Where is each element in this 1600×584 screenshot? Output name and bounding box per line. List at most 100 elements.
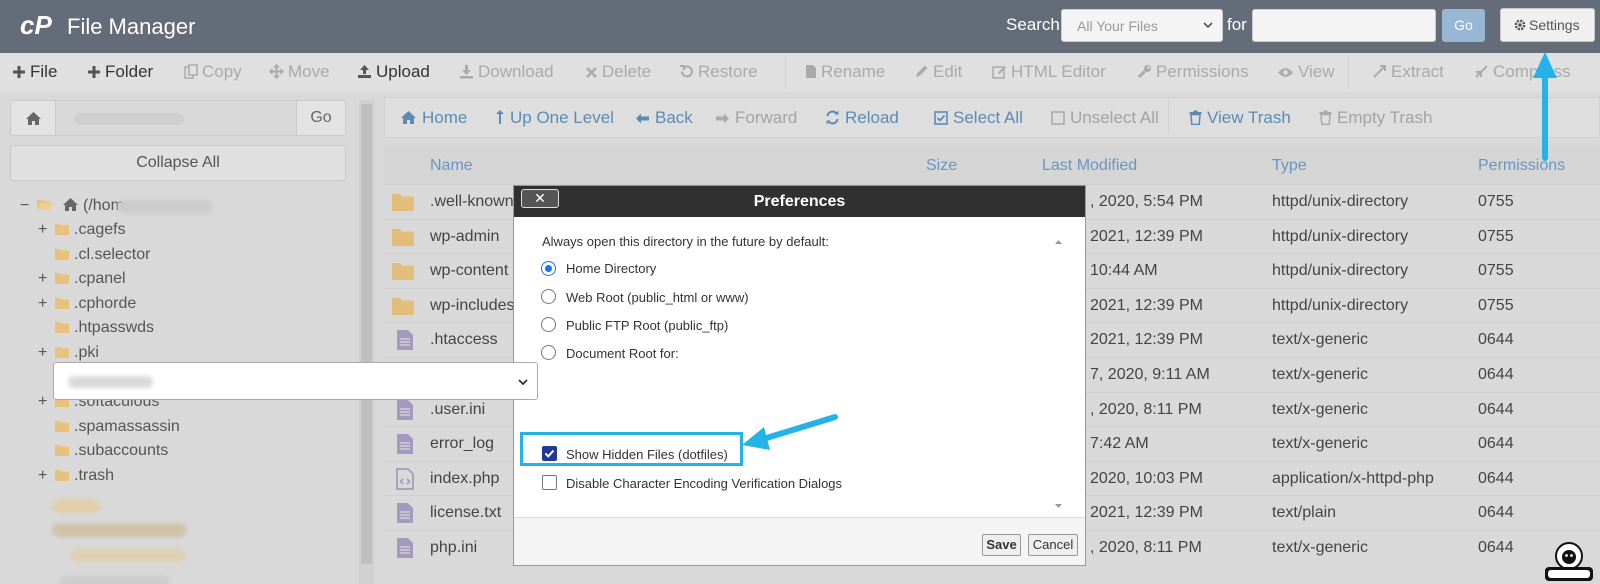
restore-button[interactable]: Restore xyxy=(679,62,758,82)
extract-label: Extract xyxy=(1391,62,1444,81)
permissions-button[interactable]: Permissions xyxy=(1137,62,1249,82)
search-go-button[interactable]: Go xyxy=(1442,9,1485,42)
view-button[interactable]: View xyxy=(1277,62,1335,82)
save-button[interactable]: Save xyxy=(982,534,1021,556)
annotation-arrow-icon xyxy=(1530,50,1560,162)
expand-toggle[interactable]: + xyxy=(38,465,50,487)
tree-folder-item[interactable]: + .cagefs xyxy=(38,219,126,241)
move-button[interactable]: Move xyxy=(269,62,330,82)
select-all-button[interactable]: Select All xyxy=(934,108,1023,128)
expand-toggle[interactable]: + xyxy=(38,293,50,315)
file-name: wp-includes xyxy=(430,296,515,314)
radio-public-ftp-root[interactable] xyxy=(541,317,556,332)
compress-icon xyxy=(1474,62,1493,82)
radio-web-root[interactable] xyxy=(541,289,556,304)
expand-toggle[interactable]: + xyxy=(38,342,50,364)
delete-button[interactable]: Delete xyxy=(585,62,651,82)
edit-label: Edit xyxy=(933,62,963,81)
expand-toggle[interactable]: + xyxy=(38,391,50,413)
nav-home-button[interactable]: Home xyxy=(400,108,467,128)
tree-folder-label: .htpasswds xyxy=(74,319,155,337)
tree-folder-item[interactable]: + .pki xyxy=(38,342,99,364)
file-icon xyxy=(396,329,414,351)
file-permissions: 0644 xyxy=(1478,366,1514,383)
show-hidden-files-checkbox[interactable] xyxy=(542,446,557,461)
tree-folder-item[interactable]: + .cphorde xyxy=(38,293,136,315)
left-go-button[interactable]: Go xyxy=(296,100,346,136)
header-bar: cP File Manager Search All Your Files fo… xyxy=(0,0,1600,53)
column-last-modified[interactable]: Last Modified xyxy=(1042,157,1137,175)
settings-button[interactable]: Settings xyxy=(1500,8,1595,42)
file-type: text/plain xyxy=(1272,504,1337,522)
new-file-button[interactable]: File xyxy=(12,62,57,82)
settings-label: Settings xyxy=(1529,17,1580,33)
left-home-button[interactable] xyxy=(10,100,56,136)
blurred-folder xyxy=(70,548,185,562)
search-input[interactable] xyxy=(1252,9,1436,42)
plus-icon xyxy=(12,62,30,82)
new-folder-label: Folder xyxy=(105,62,154,81)
move-label: Move xyxy=(288,62,330,81)
forward-button[interactable]: Forward xyxy=(715,108,797,128)
column-size[interactable]: Size xyxy=(926,157,957,175)
checkbox-icon xyxy=(934,108,953,128)
file-table-header: Name Size Last Modified Type Permissions xyxy=(384,146,1600,184)
tree-folder-item[interactable]: .spamassassin xyxy=(38,416,180,438)
dialog-scrollbar[interactable] xyxy=(1052,234,1065,514)
upload-icon xyxy=(357,62,376,82)
folder-icon xyxy=(391,192,415,212)
cancel-button[interactable]: Cancel xyxy=(1028,534,1078,556)
empty-trash-button[interactable]: Empty Trash xyxy=(1319,108,1432,128)
file-name: .htaccess xyxy=(430,331,498,349)
radio-document-root[interactable] xyxy=(541,345,556,360)
view-trash-button[interactable]: View Trash xyxy=(1189,108,1291,128)
back-button[interactable]: Back xyxy=(635,108,693,128)
download-button[interactable]: Download xyxy=(459,62,554,82)
file-permissions: 0644 xyxy=(1478,331,1514,349)
file-type: text/x-generic xyxy=(1272,435,1369,453)
edit-button[interactable]: Edit xyxy=(914,62,962,82)
expand-toggle[interactable]: + xyxy=(38,219,50,241)
up-one-level-button[interactable]: Up One Level xyxy=(495,108,614,128)
search-scope-select[interactable]: All Your Files xyxy=(1061,9,1223,42)
option-public-ftp-label: Public FTP Root (public_ftp) xyxy=(566,318,729,333)
rename-button[interactable]: Rename xyxy=(805,62,885,82)
unselect-all-button[interactable]: Unselect All xyxy=(1051,108,1159,128)
upload-button[interactable]: Upload xyxy=(357,62,430,82)
left-path-input[interactable] xyxy=(56,100,296,136)
file-type: httpd/unix-directory xyxy=(1272,193,1409,210)
dialog-close-button[interactable]: ✕ xyxy=(521,189,559,208)
copy-button[interactable]: Copy xyxy=(184,62,242,82)
view-label: View xyxy=(1298,62,1335,81)
tree-folder-item[interactable]: .subaccounts xyxy=(38,440,168,462)
document-root-select[interactable] xyxy=(53,362,538,400)
upload-label: Upload xyxy=(376,62,430,81)
tree-folder-item[interactable]: + .cpanel xyxy=(38,268,126,290)
left-scrollbar[interactable] xyxy=(359,100,374,584)
collapse-toggle[interactable]: − xyxy=(20,195,32,217)
search-scope-value: All Your Files xyxy=(1077,18,1158,34)
radio-home-directory[interactable] xyxy=(541,261,556,276)
folder-icon xyxy=(50,244,74,266)
new-file-label: File xyxy=(30,62,58,81)
tree-root[interactable]: − (/hom xyxy=(20,195,124,217)
restore-label: Restore xyxy=(698,62,758,81)
disable-encoding-checkbox[interactable] xyxy=(542,475,557,490)
reload-label: Reload xyxy=(845,108,899,127)
arrow-left-icon xyxy=(635,108,655,128)
new-folder-button[interactable]: Folder xyxy=(87,62,153,82)
collapse-all-button[interactable]: Collapse All xyxy=(10,145,346,181)
column-name[interactable]: Name xyxy=(430,157,473,175)
tree-folder-item[interactable]: .cl.selector xyxy=(38,244,150,266)
column-type[interactable]: Type xyxy=(1272,157,1307,175)
file-icon xyxy=(805,62,821,82)
select-all-label: Select All xyxy=(953,108,1023,127)
extract-button[interactable]: Extract xyxy=(1372,62,1444,82)
html-editor-button[interactable]: HTML Editor xyxy=(992,62,1106,82)
tree-folder-item[interactable]: .htpasswds xyxy=(38,317,154,339)
reload-button[interactable]: Reload xyxy=(825,108,899,128)
file-permissions: 0644 xyxy=(1478,400,1514,418)
expand-toggle[interactable]: + xyxy=(38,268,50,290)
scroll-thumb[interactable] xyxy=(361,104,372,564)
tree-folder-item[interactable]: + .trash xyxy=(38,465,114,487)
